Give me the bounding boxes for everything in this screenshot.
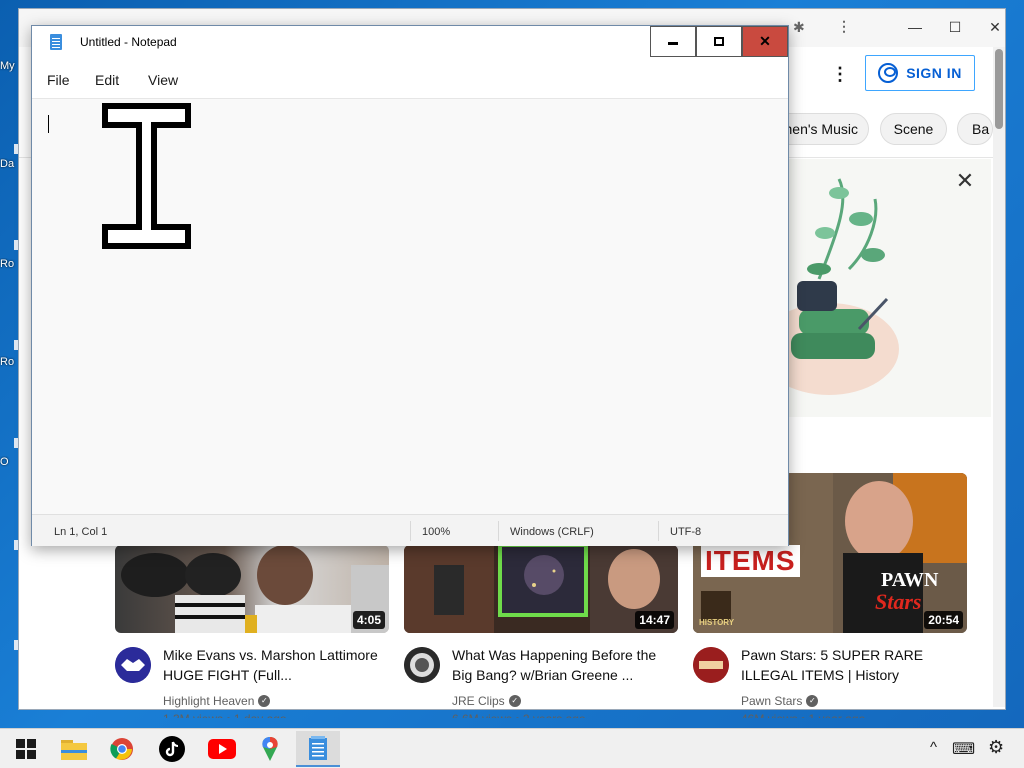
- windows-logo-icon: [16, 739, 36, 759]
- notepad-window[interactable]: Untitled - Notepad ✕ File Edit View ⚙ Ln…: [31, 25, 789, 546]
- taskbar-file-explorer[interactable]: [52, 731, 96, 767]
- verified-icon: ✓: [806, 695, 819, 707]
- verified-icon: ✓: [508, 695, 521, 707]
- scrollbar[interactable]: [993, 47, 1005, 707]
- video-meta: 6.6M views • 2 years ago: [452, 712, 586, 718]
- extensions-icon[interactable]: ✱: [793, 19, 805, 36]
- menu-bar: File Edit View ⚙: [32, 58, 788, 117]
- text-editor-area[interactable]: [32, 98, 788, 514]
- verified-icon: ✓: [258, 695, 271, 707]
- chip-scene[interactable]: Scene: [880, 113, 947, 145]
- video-thumbnail[interactable]: 4:05: [115, 545, 389, 633]
- channel-name[interactable]: Highlight Heaven ✓: [163, 694, 271, 708]
- desktop-icon-label[interactable]: Ro: [0, 356, 20, 368]
- keyboard-icon[interactable]: ⌨: [952, 739, 975, 759]
- menu-file[interactable]: File: [47, 72, 70, 88]
- desktop-icon-label[interactable]: Ro: [0, 258, 20, 270]
- video-title[interactable]: Pawn Stars: 5 SUPER RARE ILLEGAL ITEMS |…: [741, 645, 961, 685]
- taskbar-chrome[interactable]: [100, 731, 144, 767]
- channel-logo: [115, 647, 151, 683]
- chip-partial[interactable]: Ba: [957, 113, 993, 145]
- encoding: UTF-8: [670, 526, 702, 538]
- settings-menu-icon[interactable]: ⋮: [831, 65, 849, 85]
- close-button[interactable]: ✕: [742, 26, 788, 57]
- ibeam-cursor-icon: [102, 103, 191, 249]
- divider: [410, 521, 411, 541]
- close-icon[interactable]: ✕: [955, 170, 975, 192]
- taskbar-youtube[interactable]: [200, 731, 244, 767]
- divider: [498, 521, 499, 541]
- maximize-icon: [714, 37, 724, 46]
- browser-close-button[interactable]: ✕: [975, 15, 1015, 39]
- chip-label: Ba: [972, 121, 990, 137]
- video-title[interactable]: Mike Evans vs. Marshon Lattimore HUGE FI…: [163, 645, 383, 685]
- channel-avatar[interactable]: [404, 647, 440, 683]
- thumbnail-image: [121, 545, 389, 633]
- close-icon: ✕: [759, 33, 771, 49]
- channel-logo: [693, 647, 729, 683]
- map-pin-icon: [262, 737, 278, 761]
- video-duration: 20:54: [924, 611, 963, 629]
- channel-logo: [404, 647, 440, 683]
- desktop-icon-label[interactable]: My: [0, 60, 20, 72]
- channel-name[interactable]: JRE Clips ✓: [452, 694, 521, 708]
- maximize-button[interactable]: [696, 26, 742, 57]
- account-icon: [878, 63, 899, 83]
- taskbar-notepad[interactable]: [296, 731, 340, 767]
- divider: [658, 521, 659, 541]
- notepad-icon: [50, 34, 62, 50]
- ad-banner[interactable]: [759, 159, 991, 417]
- sign-in-button[interactable]: SIGN IN: [865, 55, 975, 91]
- minimize-icon: [668, 42, 678, 45]
- thumbnail-text: ITEMS: [701, 545, 800, 577]
- video-duration: 4:05: [352, 611, 385, 629]
- channel-avatar[interactable]: [693, 647, 729, 683]
- folder-icon: [61, 740, 87, 760]
- sign-in-label: SIGN IN: [906, 65, 962, 81]
- taskbar-maps[interactable]: [248, 731, 292, 767]
- browser-menu-icon[interactable]: ⋮: [837, 18, 851, 35]
- text-caret: [48, 115, 49, 133]
- menu-edit[interactable]: Edit: [95, 72, 119, 88]
- taskbar: ^ ⌨ ⚙: [0, 728, 1024, 768]
- line-ending: Windows (CRLF): [510, 526, 594, 538]
- notepad-titlebar[interactable]: Untitled - Notepad ✕: [32, 26, 788, 58]
- tiktok-icon: [159, 736, 185, 762]
- cursor-position: Ln 1, Col 1: [54, 526, 108, 538]
- channel-label: Highlight Heaven: [163, 694, 255, 708]
- youtube-icon: [208, 739, 236, 759]
- channel-label: JRE Clips: [452, 694, 505, 708]
- browser-maximize-button[interactable]: ☐: [935, 15, 975, 39]
- video-meta: 1.3M views • 1 day ago: [163, 712, 287, 718]
- scrollbar-thumb[interactable]: [995, 49, 1003, 129]
- taskbar-tiktok[interactable]: [150, 731, 194, 767]
- channel-name[interactable]: Pawn Stars ✓: [741, 694, 819, 708]
- thumbnail-brand: Stars: [875, 589, 922, 614]
- video-meta: 46M views • 1 year ago: [741, 712, 865, 718]
- video-title[interactable]: What Was Happening Before the Big Bang? …: [452, 645, 672, 685]
- video-thumbnail[interactable]: 14:47: [404, 545, 678, 633]
- channel-avatar[interactable]: [115, 647, 151, 683]
- browser-minimize-button[interactable]: —: [895, 15, 935, 39]
- window-title: Untitled - Notepad: [80, 35, 177, 49]
- status-bar: Ln 1, Col 1 100% Windows (CRLF) UTF-8: [32, 514, 788, 546]
- chrome-icon: [110, 738, 133, 760]
- menu-view[interactable]: View: [148, 72, 178, 88]
- start-button[interactable]: [4, 731, 48, 767]
- desktop-icon-label[interactable]: O: [0, 456, 20, 468]
- history-logo: HISTORY: [699, 618, 735, 627]
- channel-label: Pawn Stars: [741, 694, 803, 708]
- chip-label: Scene: [893, 121, 934, 137]
- video-duration: 14:47: [635, 611, 674, 629]
- minimize-button[interactable]: [650, 26, 696, 57]
- notepad-icon: [309, 736, 327, 760]
- settings-gear-icon[interactable]: ⚙: [988, 737, 1004, 758]
- zoom-level: 100%: [422, 526, 451, 538]
- ad-illustration: [759, 178, 899, 395]
- desktop-icon-label[interactable]: Da: [0, 158, 20, 170]
- chevron-up-icon[interactable]: ^: [930, 739, 937, 756]
